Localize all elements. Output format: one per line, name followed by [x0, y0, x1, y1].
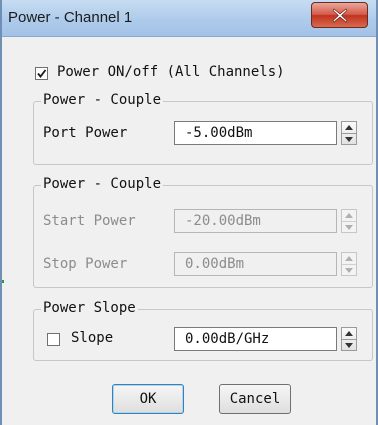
slope-input[interactable]: 0.00dB/GHz [174, 327, 337, 351]
slope-spinbox[interactable]: 0.00dB/GHz [174, 327, 358, 351]
stop-power-spinbox[interactable]: 0.00dBm [174, 252, 358, 276]
spin-up-arrow-icon[interactable] [345, 213, 353, 218]
start-power-spinbox[interactable]: -20.00dBm [174, 209, 358, 233]
start-power-input[interactable]: -20.00dBm [174, 209, 337, 233]
spin-up-arrow-icon[interactable] [345, 331, 353, 336]
slope-checkbox[interactable] [47, 333, 60, 346]
power-slope-group-title: Power Slope [41, 300, 138, 316]
start-power-label: Start Power [43, 213, 136, 229]
slope-label[interactable]: Slope [71, 330, 113, 346]
spin-down-arrow-icon[interactable] [345, 343, 353, 348]
title-bar[interactable]: Power - Channel 1 [2, 0, 376, 37]
edge-marker [2, 280, 4, 283]
dialog-window: Power - Channel 1 Power ON/off (All Chan… [0, 0, 378, 425]
power-couple-group-title: Power - Couple [41, 92, 164, 108]
checkmark-icon [37, 69, 47, 78]
close-button[interactable] [311, 2, 368, 28]
spin-up-arrow-icon[interactable] [345, 256, 353, 261]
power-on-checkbox[interactable] [35, 67, 48, 80]
close-icon [332, 8, 348, 23]
stop-power-input[interactable]: 0.00dBm [174, 252, 337, 276]
port-power-spinbox[interactable]: -5.00dBm [174, 121, 358, 145]
stop-power-label: Stop Power [43, 256, 128, 272]
start-power-spin-buttons[interactable] [341, 209, 357, 233]
spin-down-arrow-icon[interactable] [345, 137, 353, 142]
spin-down-arrow-icon[interactable] [345, 225, 353, 230]
port-power-label: Port Power [43, 125, 128, 141]
ok-button[interactable]: OK [112, 384, 184, 414]
port-power-spin-buttons[interactable] [341, 121, 357, 145]
cancel-button[interactable]: Cancel [219, 384, 291, 414]
window-title: Power - Channel 1 [8, 9, 133, 26]
spin-down-arrow-icon[interactable] [345, 268, 353, 273]
port-power-input[interactable]: -5.00dBm [174, 121, 337, 145]
spin-up-arrow-icon[interactable] [345, 125, 353, 130]
stop-power-spin-buttons[interactable] [341, 252, 357, 276]
slope-spin-buttons[interactable] [341, 327, 357, 351]
power-couple-sweep-group-title: Power - Couple [41, 176, 164, 192]
power-on-label[interactable]: Power ON/off (All Channels) [57, 64, 285, 80]
